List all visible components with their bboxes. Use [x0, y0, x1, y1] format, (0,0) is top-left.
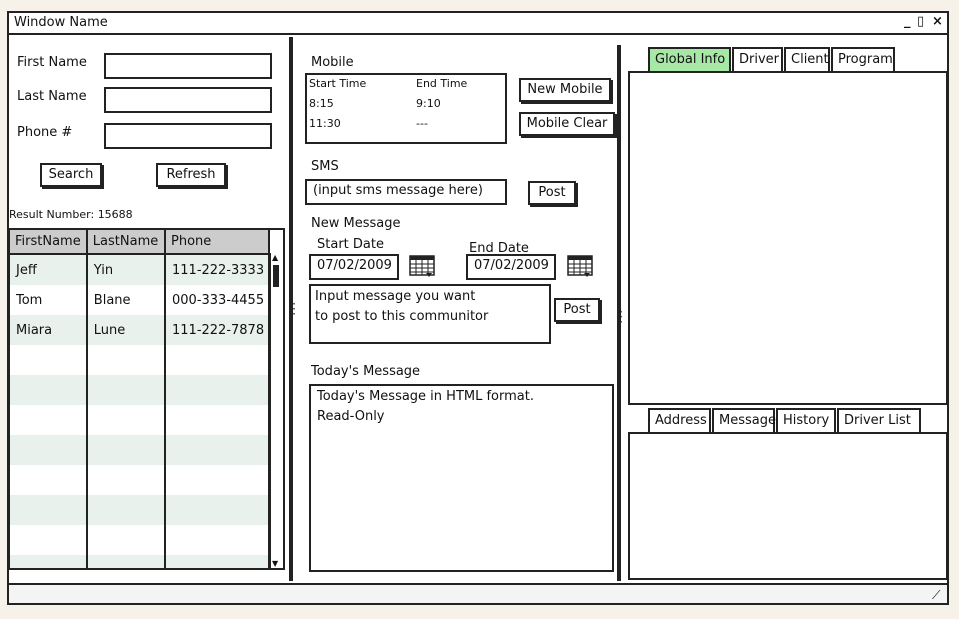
tab-driver-list[interactable]: Driver List: [837, 408, 921, 432]
window-title: Window Name: [14, 15, 108, 30]
table-row-empty: [10, 375, 270, 405]
tab-global-info[interactable]: Global Info: [648, 47, 731, 71]
table-row-empty: [10, 345, 270, 375]
last-name-label: Last Name: [17, 89, 87, 104]
tab-driver[interactable]: Driver: [732, 47, 783, 71]
cell-firstname: Jeff: [10, 254, 88, 285]
close-icon[interactable]: ×: [932, 14, 943, 29]
calendar-icon[interactable]: [409, 255, 435, 277]
column-header-firstname[interactable]: FirstName: [10, 230, 88, 255]
message-post-button[interactable]: Post: [554, 298, 600, 322]
mobile-start-time[interactable]: 11:30: [309, 117, 341, 130]
table-row[interactable]: Tom Blane 000-333-4455: [10, 285, 270, 315]
address-panel: [628, 432, 948, 580]
scroll-thumb[interactable]: [273, 265, 279, 287]
table-row-empty: [10, 465, 270, 495]
status-bar: [9, 583, 947, 603]
result-number-value: 15688: [97, 208, 133, 221]
table-row[interactable]: Miara Lune 111-222-7878: [10, 315, 270, 345]
maximize-icon[interactable]: ▯: [917, 14, 924, 29]
todays-message-text: Read-Only: [317, 409, 385, 424]
column-header-phone[interactable]: Phone: [165, 230, 270, 255]
cell-firstname: Miara: [10, 315, 88, 345]
first-name-label: First Name: [17, 55, 87, 70]
start-date-input[interactable]: 07/02/2009: [309, 254, 399, 280]
scroll-down-icon[interactable]: ▼: [272, 559, 278, 568]
mobile-end-time[interactable]: 9:10: [416, 97, 441, 110]
cell-phone: 111-222-7878: [165, 315, 270, 345]
refresh-button[interactable]: Refresh: [156, 163, 226, 187]
title-bar: [7, 11, 949, 35]
new-message-text-line: to post to this communitor: [315, 309, 489, 324]
result-number: Result Number: 15688: [9, 208, 133, 221]
table-row[interactable]: Jeff Yin 111-222-3333: [10, 254, 270, 285]
end-time-header: End Time: [416, 77, 468, 90]
column-header-lastname[interactable]: LastName: [86, 230, 167, 255]
resize-grip-icon[interactable]: ⟋: [932, 588, 940, 603]
scroll-up-icon[interactable]: ▲: [272, 253, 278, 263]
todays-message-heading: Today's Message: [311, 364, 421, 379]
sms-input[interactable]: (input sms message here): [305, 179, 507, 205]
first-name-input[interactable]: [104, 53, 272, 79]
cell-firstname: Tom: [10, 285, 88, 315]
result-number-label: Result Number:: [9, 208, 95, 221]
end-date-input[interactable]: 07/02/2009: [466, 254, 556, 280]
last-name-input[interactable]: [104, 87, 272, 113]
table-row-empty: [10, 525, 270, 555]
global-info-panel: [628, 71, 948, 405]
table-row-empty: [10, 495, 270, 525]
cell-lastname: Lune: [86, 315, 167, 345]
table-row-empty: [10, 435, 270, 465]
cell-phone: 111-222-3333: [165, 254, 270, 285]
phone-input[interactable]: [104, 123, 272, 149]
tab-client[interactable]: Client: [784, 47, 830, 71]
tab-message[interactable]: Message: [712, 408, 776, 432]
calendar-icon[interactable]: [567, 255, 593, 277]
table-row-empty: [10, 555, 270, 568]
mobile-start-time[interactable]: 8:15: [309, 97, 334, 110]
new-message-text-line: Input message you want: [315, 289, 476, 304]
cell-lastname: Yin: [86, 254, 167, 285]
tab-address[interactable]: Address: [648, 408, 711, 432]
grip-icon[interactable]: · · ·: [291, 298, 297, 320]
mobile-heading: Mobile: [311, 55, 354, 70]
start-time-header: Start Time: [309, 77, 367, 90]
cell-lastname: Blane: [86, 285, 167, 315]
new-mobile-button[interactable]: New Mobile: [519, 78, 611, 102]
minimize-icon[interactable]: _: [904, 14, 911, 29]
results-table: FirstName LastName Phone Jeff Yin 111-22…: [8, 228, 285, 570]
start-date-label: Start Date: [317, 237, 384, 252]
table-header-row: FirstName LastName Phone: [10, 230, 270, 255]
todays-message-text: Today's Message in HTML format.: [317, 389, 534, 404]
search-button[interactable]: Search: [40, 163, 102, 187]
table-row-empty: [10, 405, 270, 435]
grip-icon[interactable]: · · ·: [618, 306, 624, 328]
sms-heading: SMS: [311, 159, 339, 174]
phone-label: Phone #: [17, 125, 73, 140]
table-scrollbar[interactable]: ▲ ▼: [269, 253, 283, 568]
cell-phone: 000-333-4455: [165, 285, 270, 315]
tab-program[interactable]: Program: [831, 47, 895, 71]
mobile-end-time[interactable]: ---: [416, 117, 428, 130]
mobile-clear-button[interactable]: Mobile Clear: [519, 112, 615, 136]
tab-history[interactable]: History: [776, 408, 836, 432]
sms-post-button[interactable]: Post: [528, 181, 576, 205]
new-message-heading: New Message: [311, 216, 401, 231]
